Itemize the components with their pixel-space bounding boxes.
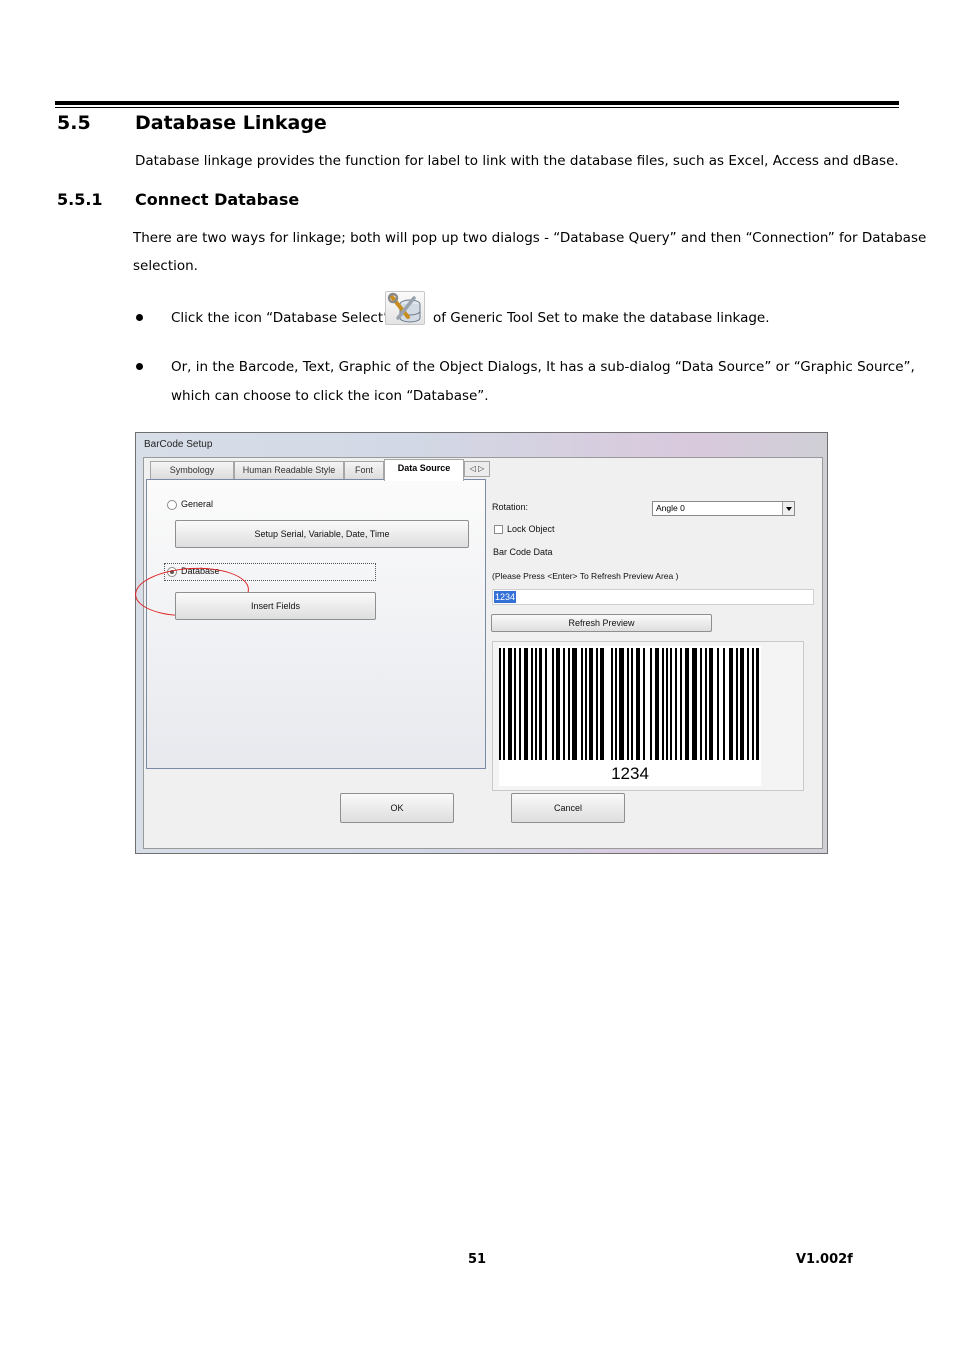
rotation-label: Rotation: — [492, 502, 529, 512]
tab-scroll-arrows[interactable]: ◁ ▷ — [464, 461, 490, 477]
tab-human-readable-style[interactable]: Human Readable Style — [234, 461, 344, 479]
refresh-preview-button[interactable]: Refresh Preview — [491, 614, 712, 632]
setup-serial-button[interactable]: Setup Serial, Variable, Date, Time — [175, 520, 469, 548]
header-rule-thin — [55, 107, 899, 108]
tab-font[interactable]: Font — [344, 461, 384, 479]
bullet-2-line-2: which can choose to click the icon “Data… — [171, 388, 489, 404]
bullet-dot — [136, 363, 143, 370]
tab-data-source[interactable]: Data Source — [384, 459, 464, 481]
barcode-options-panel: Rotation: Angle 0 Lock Object Bar Code D… — [488, 479, 820, 791]
barcode-image: 1234 — [499, 646, 761, 786]
database-select-icon — [385, 291, 425, 325]
section-number: 5.5 — [57, 112, 91, 134]
barcode-preview: 1234 — [492, 641, 804, 791]
paragraph-line-1: There are two ways for linkage; both wil… — [133, 230, 927, 246]
header-rule — [55, 101, 899, 105]
subsection-number: 5.5.1 — [57, 190, 103, 209]
general-radio[interactable] — [167, 500, 177, 510]
barcode-setup-dialog: BarCode Setup Symbology Human Readable S… — [133, 432, 828, 854]
ok-button[interactable]: OK — [340, 793, 454, 823]
bullet-1-text-before: Click the icon “Database Select” — [171, 310, 391, 326]
dialog-title: BarCode Setup — [144, 439, 213, 450]
section-title: Database Linkage — [135, 112, 327, 134]
data-source-panel: General Setup Serial, Variable, Date, Ti… — [133, 479, 486, 769]
barcode-data-input[interactable]: 1234 — [492, 589, 814, 605]
dialog-client: Symbology Human Readable Style Font Data… — [133, 457, 823, 849]
page-number: 51 — [468, 1252, 487, 1267]
insert-fields-button[interactable]: Insert Fields — [175, 592, 376, 620]
paragraph-line-2: selection. — [133, 258, 198, 274]
cancel-button[interactable]: Cancel — [511, 793, 625, 823]
refresh-hint: (Please Press <Enter> To Refresh Preview… — [492, 571, 679, 581]
general-label: General — [181, 499, 214, 509]
barcode-data-label: Bar Code Data — [493, 547, 553, 557]
barcode-data-value: 1234 — [494, 591, 517, 603]
version-label: V1.002f — [796, 1252, 853, 1267]
rotation-select[interactable]: Angle 0 — [652, 501, 795, 516]
barcode-human-readable: 1234 — [611, 764, 649, 783]
subsection-title: Connect Database — [135, 190, 300, 209]
tab-symbology[interactable]: Symbology — [150, 461, 234, 479]
section-intro: Database linkage provides the function f… — [135, 153, 899, 169]
barcode-bars — [499, 648, 759, 760]
chevron-down-icon[interactable] — [782, 502, 794, 515]
bullet-2-line-1: Or, in the Barcode, Text, Graphic of the… — [171, 359, 915, 375]
lock-object-checkbox[interactable] — [494, 525, 503, 534]
bullet-1-text-after: of Generic Tool Set to make the database… — [433, 310, 770, 326]
lock-object-label: Lock Object — [507, 524, 555, 534]
rotation-value: Angle 0 — [656, 503, 685, 513]
bullet-dot — [136, 314, 143, 321]
